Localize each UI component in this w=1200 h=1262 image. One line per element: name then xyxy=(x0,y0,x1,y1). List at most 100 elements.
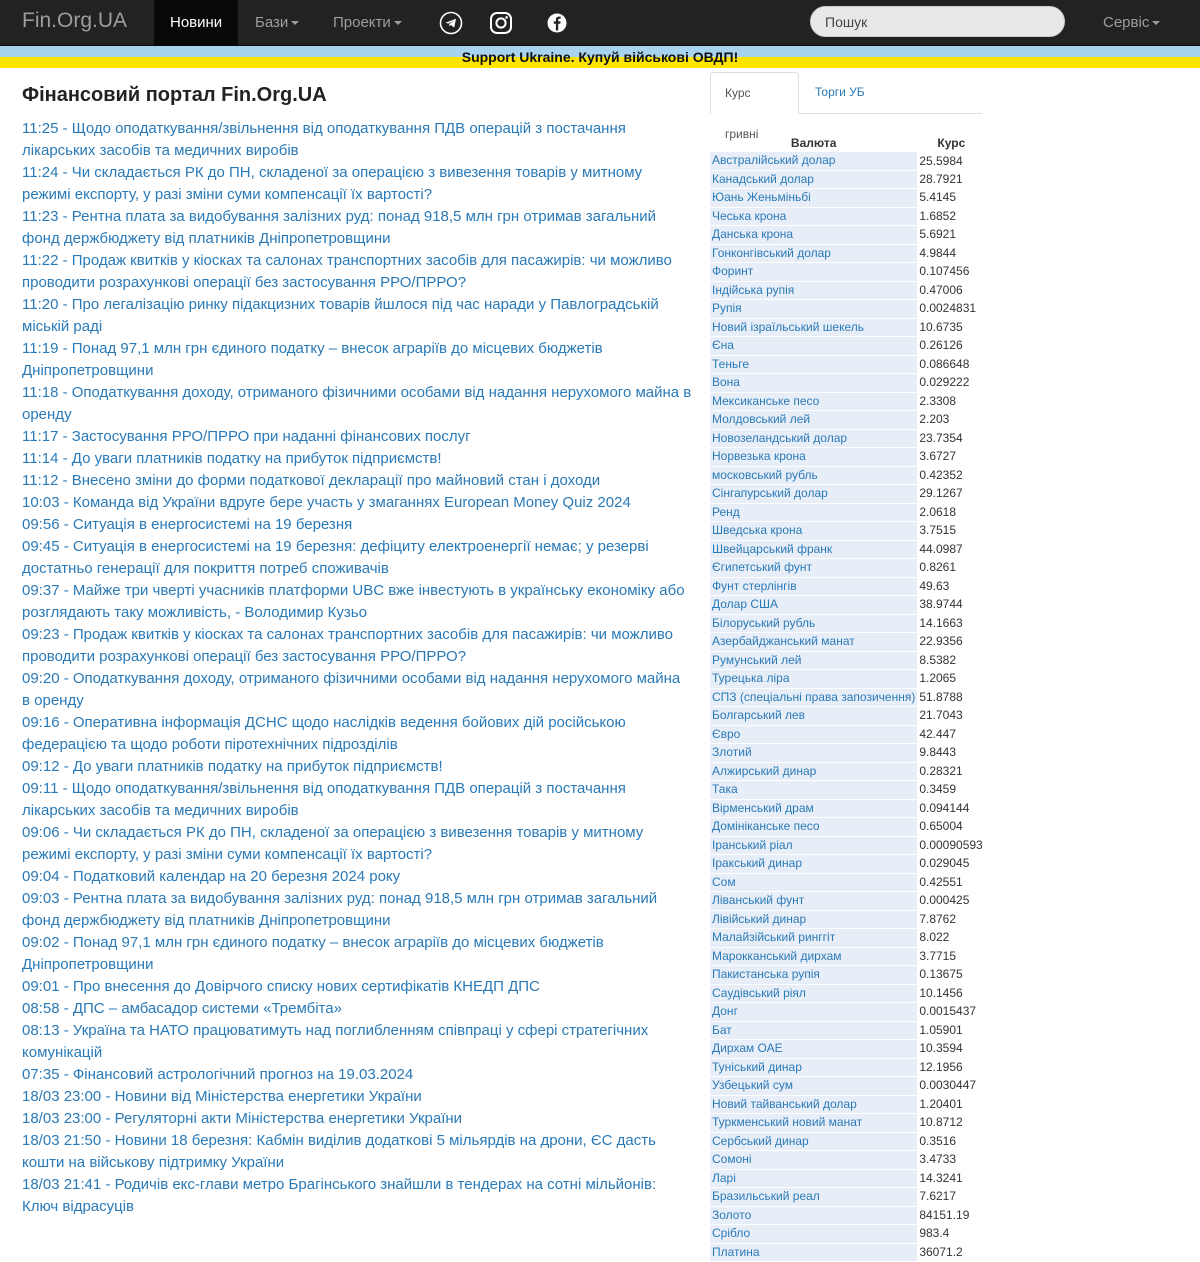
news-link[interactable]: 09:06 - Чи складається РК до ПН, складен… xyxy=(22,824,643,863)
news-link[interactable]: 11:23 - Рентна плата за видобування залі… xyxy=(22,208,656,247)
currency-name-link[interactable]: Болгарський лев xyxy=(710,706,918,726)
currency-name-link[interactable]: СПЗ (спеціальні права запозичення) xyxy=(710,688,918,707)
currency-name-link[interactable]: Румунський лей xyxy=(710,651,918,670)
news-link[interactable]: 09:03 - Рентна плата за видобування залі… xyxy=(22,890,657,929)
currency-name-link[interactable]: Молдовський лей xyxy=(710,410,918,430)
currency-name-link[interactable]: Дирхам ОАЕ xyxy=(710,1039,918,1059)
news-link[interactable]: 11:19 - Понад 97,1 млн грн єдиного подат… xyxy=(22,340,603,379)
currency-name-link[interactable]: Долар США xyxy=(710,595,918,615)
news-link[interactable]: 11:18 - Оподаткування доходу, отриманого… xyxy=(22,384,691,423)
currency-name-link[interactable]: Новозеландський долар xyxy=(710,429,918,448)
currency-name-link[interactable]: Юань Женьміньбі xyxy=(710,188,918,208)
currency-name-link[interactable]: Іракський динар xyxy=(710,854,918,874)
search-input[interactable] xyxy=(810,6,1065,37)
currency-name-link[interactable]: Алжирський динар xyxy=(710,762,918,781)
currency-name-link[interactable]: Теньге xyxy=(710,355,918,374)
news-link[interactable]: 11:14 - До уваги платників податку на пр… xyxy=(22,450,442,467)
currency-name-link[interactable]: Бразильський реал xyxy=(710,1187,918,1207)
currency-name-link[interactable]: Туркменський новий манат xyxy=(710,1113,918,1133)
currency-name-link[interactable]: Саудівський ріял xyxy=(710,984,918,1003)
news-link[interactable]: 11:25 - Щодо оподаткування/звільнення ві… xyxy=(22,120,626,159)
news-link[interactable]: 11:17 - Застосування РРО/ПРРО при наданн… xyxy=(22,428,471,445)
news-link[interactable]: 09:04 - Податковий календар на 20 березн… xyxy=(22,868,400,885)
news-link[interactable]: 08:13 - Україна та НАТО працюватимуть на… xyxy=(22,1022,648,1061)
nav-service[interactable]: Сервіс xyxy=(1103,0,1161,45)
currency-name-link[interactable]: Сом xyxy=(710,873,918,892)
currency-name-link[interactable]: Рупія xyxy=(710,299,918,319)
currency-name-link[interactable]: Фунт стерлінгів xyxy=(710,577,918,596)
news-link[interactable]: 11:12 - Внесено зміни до форми податково… xyxy=(22,472,600,489)
currency-name-link[interactable]: Сомоні xyxy=(710,1150,918,1170)
currency-name-link[interactable]: Австралійський долар xyxy=(710,152,918,171)
currency-name-link[interactable]: Гонконгівський долар xyxy=(710,244,918,263)
currency-name-link[interactable]: Швейцарський франк xyxy=(710,540,918,559)
currency-name-link[interactable]: Форинт xyxy=(710,262,918,282)
news-link[interactable]: 11:20 - Про легалізацію ринку підакцизни… xyxy=(22,296,659,335)
news-link[interactable]: 09:02 - Понад 97,1 млн грн єдиного подат… xyxy=(22,934,604,973)
news-link[interactable]: 18/03 23:00 - Новини від Міністерства ен… xyxy=(22,1088,422,1105)
tab-exchange-trading[interactable]: Торги УБ xyxy=(801,72,879,113)
currency-name-link[interactable]: Вірменський драм xyxy=(710,799,918,818)
currency-name-link[interactable]: Бат xyxy=(710,1021,918,1040)
currency-name-link[interactable]: Ларі xyxy=(710,1169,918,1188)
currency-name-link[interactable]: Домініканське песо xyxy=(710,817,918,837)
news-link[interactable]: 18/03 21:50 - Новини 18 березня: Кабмін … xyxy=(22,1132,656,1171)
telegram-icon[interactable] xyxy=(439,11,463,35)
news-link[interactable]: 11:22 - Продаж квитків у кіосках та сало… xyxy=(22,252,672,291)
banner-text[interactable]: Support Ukraine. Купуй військові ОВДП! xyxy=(0,46,1200,68)
currency-name-link[interactable]: Платина xyxy=(710,1243,918,1262)
currency-name-link[interactable]: Золото xyxy=(710,1206,918,1225)
currency-name-link[interactable]: Чеська крона xyxy=(710,207,918,226)
currency-name-link[interactable]: Єна xyxy=(710,336,918,356)
currency-name-link[interactable]: Єгипетський фунт xyxy=(710,558,918,578)
currency-name-link[interactable]: Ренд xyxy=(710,503,918,522)
currency-name-link[interactable]: Мексиканське песо xyxy=(710,392,918,411)
currency-name-link[interactable]: Пакистанська рупія xyxy=(710,965,918,985)
tab-hryvnia-rate[interactable]: Курс гривні xyxy=(710,72,799,141)
currency-name-link[interactable]: Сінгапурський долар xyxy=(710,484,918,504)
currency-name-link[interactable]: Ліванський фунт xyxy=(710,891,918,911)
currency-name-link[interactable]: московський рубль xyxy=(710,466,918,485)
currency-name-link[interactable]: Євро xyxy=(710,725,918,744)
news-link[interactable]: 09:23 - Продаж квитків у кіосках та сало… xyxy=(22,626,673,665)
currency-name-link[interactable]: Іранський ріал xyxy=(710,836,918,855)
currency-name-link[interactable]: Норвезька крона xyxy=(710,447,918,467)
news-link[interactable]: 11:24 - Чи складається РК до ПН, складен… xyxy=(22,164,642,203)
currency-name-link[interactable]: Індійська рупія xyxy=(710,281,918,300)
site-brand[interactable]: Fin.Org.UA xyxy=(22,9,127,33)
currency-name-link[interactable]: Шведська крона xyxy=(710,521,918,541)
news-link[interactable]: 09:16 - Оперативна інформація ДСНС щодо … xyxy=(22,714,626,753)
news-link[interactable]: 09:56 - Ситуація в енергосистемі на 19 б… xyxy=(22,516,352,533)
currency-name-link[interactable]: Марокканський дирхам xyxy=(710,947,918,966)
nav-projects[interactable]: Проекти xyxy=(333,0,402,45)
currency-name-link[interactable]: Така xyxy=(710,780,918,800)
news-link[interactable]: 07:35 - Фінансовий астрологічний прогноз… xyxy=(22,1066,413,1083)
news-link[interactable]: 09:12 - До уваги платників податку на пр… xyxy=(22,758,443,775)
news-link[interactable]: 10:03 - Команда від України вдруге бере … xyxy=(22,494,631,511)
currency-name-link[interactable]: Данська крона xyxy=(710,225,918,245)
currency-name-link[interactable]: Новий ізраїльський шекель xyxy=(710,318,918,337)
currency-name-link[interactable]: Вона xyxy=(710,373,918,393)
currency-name-link[interactable]: Лівійський динар xyxy=(710,910,918,929)
currency-name-link[interactable]: Злотий xyxy=(710,743,918,763)
currency-name-link[interactable]: Турецька ліра xyxy=(710,669,918,689)
news-link[interactable]: 09:37 - Майже три чверті учасників платф… xyxy=(22,582,685,621)
currency-name-link[interactable]: Новий тайванський долар xyxy=(710,1095,918,1114)
nav-news[interactable]: Новини xyxy=(154,0,239,45)
currency-name-link[interactable]: Срібло xyxy=(710,1224,918,1244)
news-link[interactable]: 09:01 - Про внесення до Довірчого списку… xyxy=(22,978,540,995)
news-link[interactable]: 09:45 - Ситуація в енергосистемі на 19 б… xyxy=(22,538,649,577)
news-link[interactable]: 09:20 - Оподаткування доходу, отриманого… xyxy=(22,670,680,709)
currency-name-link[interactable]: Азербайджанський манат xyxy=(710,632,918,652)
news-link[interactable]: 18/03 23:00 - Регуляторні акти Міністерс… xyxy=(22,1110,462,1127)
support-ukraine-banner[interactable]: Support Ukraine. Купуй військові ОВДП! xyxy=(0,46,1200,68)
news-link[interactable]: 09:11 - Щодо оподаткування/звільнення ві… xyxy=(22,780,626,819)
currency-name-link[interactable]: Канадський долар xyxy=(710,170,918,189)
currency-name-link[interactable]: Малайзійський ринггіт xyxy=(710,928,918,948)
facebook-icon[interactable] xyxy=(545,11,569,35)
nav-databases[interactable]: Бази xyxy=(255,0,300,45)
news-link[interactable]: 08:58 - ДПС – амбасадор системи «Трембіт… xyxy=(22,1000,342,1017)
instagram-icon[interactable] xyxy=(489,11,513,35)
currency-name-link[interactable]: Білоруський рубль xyxy=(710,614,918,633)
currency-name-link[interactable]: Сербський динар xyxy=(710,1132,918,1151)
